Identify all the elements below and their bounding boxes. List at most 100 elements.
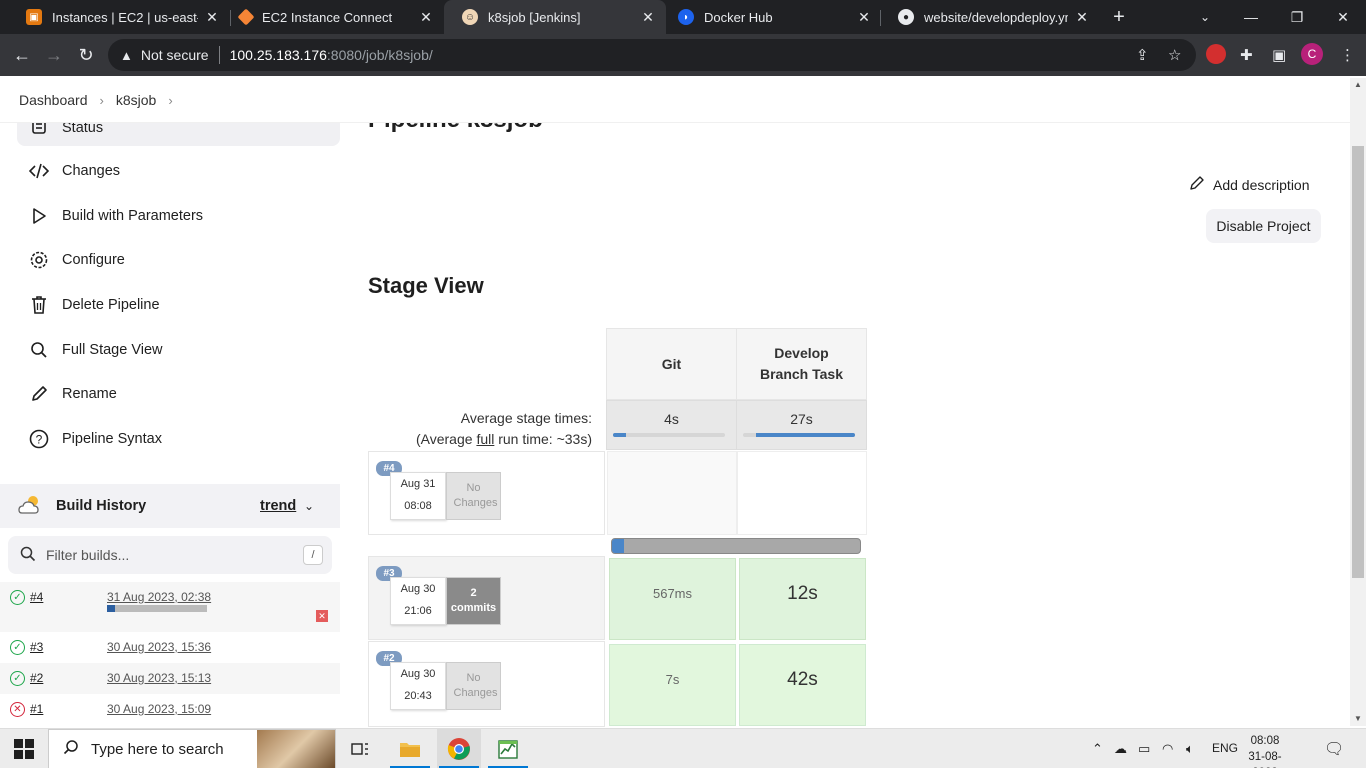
sidebar-item-changes[interactable]: Changes — [17, 149, 340, 193]
extensions-puzzle-icon[interactable]: ✚ — [1240, 46, 1253, 64]
tab-search-icon[interactable]: ⌄ — [1182, 0, 1228, 34]
run-changes-label: No Changes — [453, 672, 498, 699]
abort-build-icon[interactable]: ✕ — [316, 610, 328, 622]
onedrive-cloud-icon[interactable]: ☁ — [1114, 741, 1127, 757]
reload-icon[interactable]: ↻ — [74, 43, 98, 67]
breadcrumb-dashboard[interactable]: Dashboard — [19, 92, 88, 108]
scroll-up-icon[interactable]: ▲ — [1350, 80, 1366, 89]
close-tab-icon[interactable]: ✕ — [418, 9, 434, 26]
sidebar-item-pipeline-syntax[interactable]: ? Pipeline Syntax — [17, 417, 340, 461]
minimize-button[interactable]: — — [1228, 0, 1274, 34]
profile-avatar[interactable]: C — [1301, 43, 1323, 65]
share-icon[interactable]: ⇪ — [1136, 46, 1149, 64]
bookmark-star-icon[interactable]: ☆ — [1168, 46, 1181, 64]
run-date-day: Aug 31 — [400, 478, 436, 490]
scrollbar-thumb[interactable] — [1352, 146, 1364, 578]
run-changes[interactable]: No Changes — [446, 472, 501, 520]
volume-icon[interactable]: 🔈︎ — [1186, 741, 1194, 757]
build-history-row[interactable]: ✓ #4 31 Aug 2023, 02:38 ✕ — [0, 582, 340, 632]
play-icon — [29, 206, 49, 226]
tab-title: Docker Hub — [704, 9, 773, 25]
average-run-time-suffix: run time: ~33s) — [494, 431, 592, 447]
close-window-button[interactable]: ✕ — [1320, 0, 1366, 34]
address-bar[interactable]: ▲ Not secure 100.25.183.176:8080/job/k8s… — [108, 39, 1196, 71]
disable-project-button[interactable]: Disable Project — [1206, 209, 1321, 243]
sidebar-item-full-stage-view[interactable]: Full Stage View — [17, 328, 340, 372]
close-tab-icon[interactable]: ✕ — [204, 9, 220, 26]
chrome-icon[interactable] — [437, 729, 481, 768]
task-view-icon[interactable] — [338, 729, 382, 768]
stage-cell[interactable] — [737, 451, 867, 535]
wifi-icon[interactable]: ◠ — [1162, 741, 1173, 757]
build-date-link[interactable]: 30 Aug 2023, 15:09 — [107, 702, 211, 716]
browser-tab[interactable]: ● website/developdeploy.yml a ✕ — [880, 0, 1100, 34]
build-date-link[interactable]: 30 Aug 2023, 15:36 — [107, 640, 211, 654]
side-panel-icon[interactable]: ▣ — [1272, 46, 1286, 64]
sidebar-item-build-with-parameters[interactable]: Build with Parameters — [17, 194, 340, 238]
stage-cell-success[interactable]: 42s — [739, 644, 866, 726]
failed-cross-icon: ✕ — [10, 702, 25, 717]
language-indicator[interactable]: ENG — [1212, 741, 1238, 755]
trend-link[interactable]: trend — [260, 498, 296, 514]
jenkins-icon: ☺ — [462, 9, 478, 25]
stage-cell-success[interactable]: 12s — [739, 558, 866, 640]
task-manager-icon[interactable] — [486, 729, 530, 768]
back-arrow-icon[interactable]: ← — [10, 43, 34, 67]
sidebar-item-rename[interactable]: Rename — [17, 372, 340, 416]
build-history-row[interactable]: ✕ #1 30 Aug 2023, 15:09 — [0, 694, 340, 725]
restore-button[interactable]: ❐ — [1274, 0, 1320, 34]
build-date-link[interactable]: 31 Aug 2023, 02:38 — [107, 590, 211, 604]
breadcrumb-job[interactable]: k8sjob — [116, 92, 156, 108]
add-description-link[interactable]: Add description — [1189, 175, 1310, 194]
security-label[interactable]: Not secure — [141, 47, 209, 63]
browser-menu-icon[interactable]: ⋮ — [1340, 46, 1355, 64]
build-number-link[interactable]: #2 — [30, 671, 43, 685]
close-tab-icon[interactable]: ✕ — [1074, 9, 1090, 26]
average-run-time-text: (Average full run time: ~33s) — [370, 429, 592, 450]
extension-shield-icon[interactable] — [1206, 44, 1226, 64]
stage-cell-success[interactable]: 567ms — [609, 558, 736, 640]
build-number-link[interactable]: #1 — [30, 702, 43, 716]
taskbar-clock[interactable]: 08:08 31-08-2023 — [1237, 733, 1293, 768]
sidebar-item-delete-pipeline[interactable]: Delete Pipeline — [17, 283, 340, 327]
close-tab-icon[interactable]: ✕ — [856, 9, 872, 26]
run-changes[interactable]: 2 commits — [446, 577, 501, 625]
browser-tab[interactable]: ▣ Instances | EC2 | us-east-1 ✕ — [8, 0, 230, 34]
warning-icon[interactable]: ▲ — [120, 48, 133, 63]
chevron-down-icon[interactable]: ⌄ — [304, 499, 314, 513]
browser-tab-active[interactable]: ☺ k8sjob [Jenkins] ✕ — [444, 0, 666, 34]
url-path[interactable]: :8080/job/k8sjob/ — [327, 47, 433, 63]
sidebar-item-configure[interactable]: Configure — [17, 238, 340, 282]
new-tab-button[interactable]: + — [1108, 6, 1130, 28]
battery-icon[interactable]: ▭ — [1138, 741, 1150, 757]
tray-chevron-up-icon[interactable]: ⌃ — [1092, 741, 1103, 757]
notifications-icon[interactable]: 🗨︎ — [1324, 739, 1344, 759]
build-number-link[interactable]: #3 — [30, 640, 43, 654]
keyboard-shortcut-hint: / — [303, 545, 323, 565]
divider — [218, 46, 220, 64]
build-history-row[interactable]: ✓ #2 30 Aug 2023, 15:13 — [0, 663, 340, 694]
filter-builds-input[interactable]: Filter builds... / — [8, 536, 332, 574]
tab-title: website/developdeploy.yml a — [924, 9, 1068, 25]
full-run-time-link[interactable]: full — [476, 431, 494, 447]
stage-view-title: Stage View — [368, 273, 484, 298]
stage-cell[interactable] — [607, 451, 737, 535]
close-tab-icon[interactable]: ✕ — [640, 9, 656, 26]
run-changes[interactable]: No Changes — [446, 662, 501, 710]
stage-cell-success[interactable]: 7s — [609, 644, 736, 726]
average-run-time-prefix: (Average — [415, 431, 477, 447]
taskbar-search-input[interactable]: Type here to search — [48, 729, 336, 768]
page-scrollbar[interactable]: ▲ ▼ — [1350, 78, 1366, 726]
forward-arrow-icon[interactable]: → — [42, 43, 66, 67]
browser-tab[interactable]: EC2 Instance Connect ✕ — [222, 0, 444, 34]
windows-start-icon[interactable] — [14, 739, 34, 759]
build-date-link[interactable]: 30 Aug 2023, 15:13 — [107, 671, 211, 685]
build-number-link[interactable]: #4 — [30, 590, 43, 604]
browser-tab[interactable]: ◗ Docker Hub ✕ — [660, 0, 882, 34]
url-host[interactable]: 100.25.183.176 — [230, 47, 327, 63]
chevron-right-icon[interactable]: › — [168, 93, 172, 108]
success-check-icon: ✓ — [10, 590, 25, 605]
scroll-down-icon[interactable]: ▼ — [1350, 714, 1366, 723]
file-explorer-icon[interactable] — [388, 729, 432, 768]
build-history-row[interactable]: ✓ #3 30 Aug 2023, 15:36 — [0, 632, 340, 663]
